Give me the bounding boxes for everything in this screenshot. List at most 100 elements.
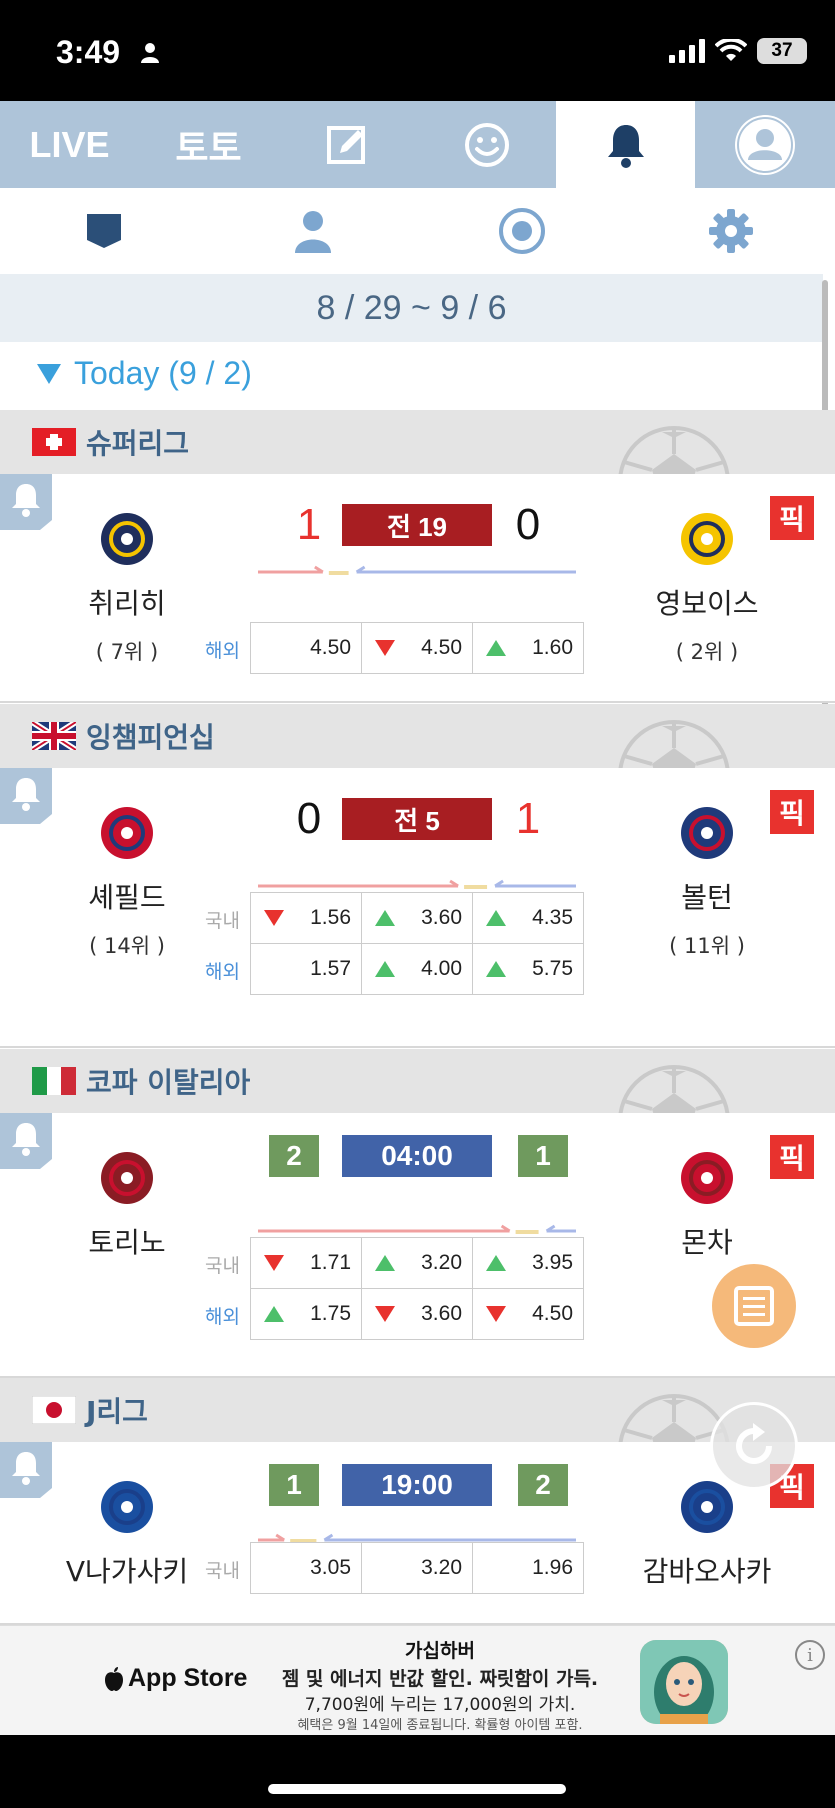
odds-cell[interactable]: 4.35 bbox=[473, 893, 583, 943]
league-header[interactable]: 슈퍼리그 bbox=[0, 410, 835, 474]
tab-edit[interactable] bbox=[278, 101, 417, 188]
home-score: 1 bbox=[269, 1464, 319, 1506]
target-icon bbox=[498, 208, 545, 254]
away-team-logo bbox=[681, 1152, 733, 1204]
match-card[interactable]: 픽 취리히 영보이스( 7위 )( 2위 ) 1 0 전 19 해외 4.50 4.50 1.60 bbox=[0, 474, 835, 703]
odds-cell[interactable]: 4.50 bbox=[251, 623, 362, 673]
odds-value: 4.35 bbox=[532, 906, 573, 929]
home-score: 1 bbox=[296, 500, 322, 549]
subtab-shield[interactable] bbox=[0, 188, 209, 274]
home-indicator[interactable] bbox=[268, 1784, 566, 1794]
arrow-up-icon bbox=[486, 910, 506, 926]
status-time: 3:49 bbox=[56, 34, 121, 70]
alarm-bell-icon[interactable] bbox=[0, 1113, 52, 1169]
away-team-name[interactable]: 몬차 bbox=[597, 1221, 817, 1261]
ad-banner[interactable]: App Store 가십하버 젬 및 에너지 반값 할인. 짜릿함이 가득. 7… bbox=[0, 1625, 835, 1735]
person-icon bbox=[295, 211, 332, 253]
soccer-ball-icon bbox=[618, 720, 730, 768]
away-team-rank: ( 11위 ) bbox=[669, 934, 745, 958]
bell-icon bbox=[607, 124, 644, 168]
home-team-logo bbox=[101, 807, 153, 859]
odds-cell[interactable]: 4.00 bbox=[362, 944, 473, 994]
odds-cell[interactable]: 1.56 bbox=[251, 893, 362, 943]
italy-flag-icon bbox=[32, 1067, 76, 1095]
subtab-settings[interactable] bbox=[626, 188, 835, 274]
odds-value: 4.50 bbox=[421, 636, 462, 659]
away-team-name[interactable]: 볼턴 bbox=[597, 876, 817, 916]
odds-cell[interactable]: 1.75 bbox=[251, 1289, 362, 1339]
alarm-bell-icon[interactable] bbox=[0, 474, 52, 530]
match-time: 19:00 bbox=[342, 1464, 492, 1506]
league-name: 잉챔피언십 bbox=[86, 721, 215, 754]
odds-cell[interactable]: 3.20 bbox=[362, 1543, 473, 1593]
apple-icon bbox=[105, 1666, 123, 1691]
odds-cell[interactable]: 3.60 bbox=[362, 1289, 473, 1339]
tab-toto[interactable]: 토토 bbox=[139, 101, 278, 188]
sub-nav bbox=[0, 188, 835, 274]
match-card[interactable]: 픽 토리노 몬차 2 1 04:00 국내 1.71 3.20 3.95 해외 1.75 3.60 4.5… bbox=[0, 1113, 835, 1378]
match-card[interactable]: 픽 셰필드 볼턴( 14위 )( 11위 ) 0 1 전 5 국내 1.56 3.60 4.35 해… bbox=[0, 768, 835, 1048]
odds-trend-bar bbox=[258, 879, 576, 889]
odds-cell[interactable]: 5.75 bbox=[473, 944, 583, 994]
arrow-up-icon bbox=[375, 910, 395, 926]
odds-value: 4.50 bbox=[310, 636, 351, 659]
alarm-bell-icon[interactable] bbox=[0, 1442, 52, 1498]
away-score: 0 bbox=[515, 500, 541, 549]
arrow-up-icon bbox=[486, 640, 506, 656]
status-indicators: 37 bbox=[669, 38, 807, 64]
tab-live[interactable]: LIVE bbox=[0, 101, 139, 188]
list-icon bbox=[734, 1286, 774, 1326]
odds-value: 4.50 bbox=[532, 1302, 573, 1325]
floating-refresh-button[interactable] bbox=[710, 1402, 798, 1490]
odds-cell[interactable]: 4.50 bbox=[362, 623, 473, 673]
japan-flag-icon bbox=[32, 1396, 76, 1424]
odds-cell[interactable]: 1.60 bbox=[473, 623, 583, 673]
match-time: 04:00 bbox=[342, 1135, 492, 1177]
tab-notifications[interactable] bbox=[556, 101, 695, 188]
match-status: 전 5 bbox=[342, 798, 492, 840]
odds-cell[interactable]: 1.71 bbox=[251, 1238, 362, 1288]
floating-menu-button[interactable] bbox=[712, 1264, 796, 1348]
tab-smiley[interactable] bbox=[417, 101, 556, 188]
app-store-badge[interactable]: App Store bbox=[104, 1664, 247, 1693]
subtab-person[interactable] bbox=[209, 188, 418, 274]
odds-cell[interactable]: 3.60 bbox=[362, 893, 473, 943]
ad-info-button[interactable]: i bbox=[795, 1640, 825, 1670]
tab-profile[interactable] bbox=[695, 101, 834, 188]
home-score: 0 bbox=[296, 794, 322, 843]
alarm-bell-icon[interactable] bbox=[0, 768, 52, 824]
odds-row: 1.56 3.60 4.35 bbox=[250, 892, 584, 944]
odds-value: 1.71 bbox=[310, 1251, 351, 1274]
odds-cell[interactable]: 3.05 bbox=[251, 1543, 362, 1593]
league-header[interactable]: J리그 bbox=[0, 1378, 835, 1442]
date-range[interactable]: 8 / 29 ~ 9 / 6 bbox=[0, 274, 823, 342]
smiley-icon bbox=[464, 122, 509, 167]
subtab-target[interactable] bbox=[418, 188, 627, 274]
odds-cell[interactable]: 3.95 bbox=[473, 1238, 583, 1288]
odds-cell[interactable]: 1.96 bbox=[473, 1543, 583, 1593]
match-card[interactable]: 픽 V나가사키 감바오사카 1 2 19:00 국내 3.05 3.20 1.96 bbox=[0, 1442, 835, 1625]
away-team-name[interactable]: 감바오사카 bbox=[597, 1550, 817, 1590]
uk-flag-icon bbox=[32, 722, 76, 750]
odds-value: 5.75 bbox=[532, 957, 573, 980]
league-header[interactable]: 코파 이탈리아 bbox=[0, 1049, 835, 1113]
pick-badge[interactable]: 픽 bbox=[770, 496, 814, 540]
edit-icon bbox=[326, 125, 365, 164]
away-team-name[interactable]: 영보이스 bbox=[597, 582, 817, 622]
odds-value: 3.95 bbox=[532, 1251, 573, 1274]
odds-cell[interactable]: 1.57 bbox=[251, 944, 362, 994]
away-score: 1 bbox=[518, 1135, 568, 1177]
home-team-name[interactable]: 취리히 bbox=[17, 582, 237, 622]
odds-value: 1.57 bbox=[310, 957, 351, 980]
arrow-down-icon bbox=[264, 910, 284, 926]
pick-badge[interactable]: 픽 bbox=[770, 790, 814, 834]
ad-title: 가십하버 bbox=[405, 1640, 475, 1662]
odds-cell[interactable]: 4.50 bbox=[473, 1289, 583, 1339]
odds-value: 1.56 bbox=[310, 906, 351, 929]
league-header[interactable]: 잉챔피언십 bbox=[0, 704, 835, 768]
home-team-logo bbox=[101, 1152, 153, 1204]
arrow-down-icon bbox=[486, 1306, 506, 1322]
today-header[interactable]: Today (9 / 2) bbox=[36, 355, 252, 392]
pick-badge[interactable]: 픽 bbox=[770, 1135, 814, 1179]
odds-cell[interactable]: 3.20 bbox=[362, 1238, 473, 1288]
